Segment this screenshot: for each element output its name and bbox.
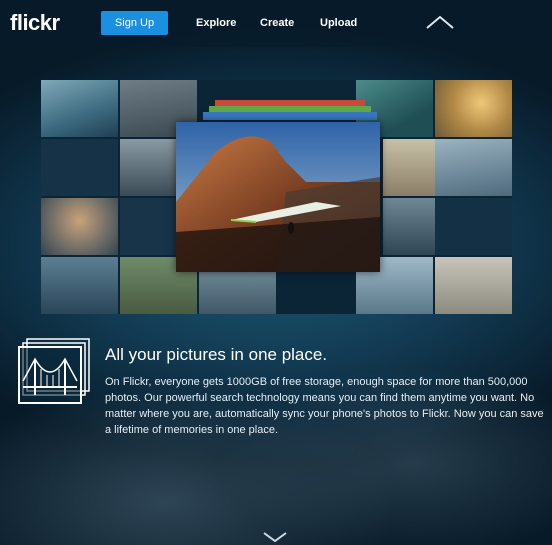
photo-stack-edge bbox=[203, 112, 377, 120]
top-nav-bar: flickr Sign Up Explore Create Upload bbox=[0, 0, 552, 47]
featured-photo bbox=[176, 122, 380, 272]
chevron-up-icon[interactable] bbox=[425, 14, 455, 30]
nav-explore-link[interactable]: Explore bbox=[196, 17, 236, 29]
nav-upload-link[interactable]: Upload bbox=[320, 17, 357, 29]
featured-photo-image bbox=[176, 122, 380, 272]
photo-tile bbox=[435, 257, 512, 314]
photo-tile bbox=[41, 257, 118, 314]
feature-description: On Flickr, everyone gets 1000GB of free … bbox=[105, 376, 544, 436]
nav-create-link[interactable]: Create bbox=[260, 17, 294, 29]
photo-tile bbox=[41, 80, 118, 137]
photo-tile bbox=[435, 80, 512, 137]
photo-stack-bridge-icon bbox=[18, 338, 90, 404]
photo-tile bbox=[383, 139, 435, 196]
sign-up-button[interactable]: Sign Up bbox=[101, 11, 168, 35]
photo-tile bbox=[435, 198, 512, 255]
photo-tile bbox=[41, 139, 118, 196]
photo-tile bbox=[383, 198, 435, 255]
photo-tile bbox=[41, 198, 118, 255]
photo-tile bbox=[435, 139, 512, 196]
feature-title: All your pictures in one place. bbox=[105, 345, 328, 364]
chevron-down-icon[interactable] bbox=[262, 531, 288, 543]
flickr-logo[interactable]: flickr bbox=[10, 10, 60, 36]
